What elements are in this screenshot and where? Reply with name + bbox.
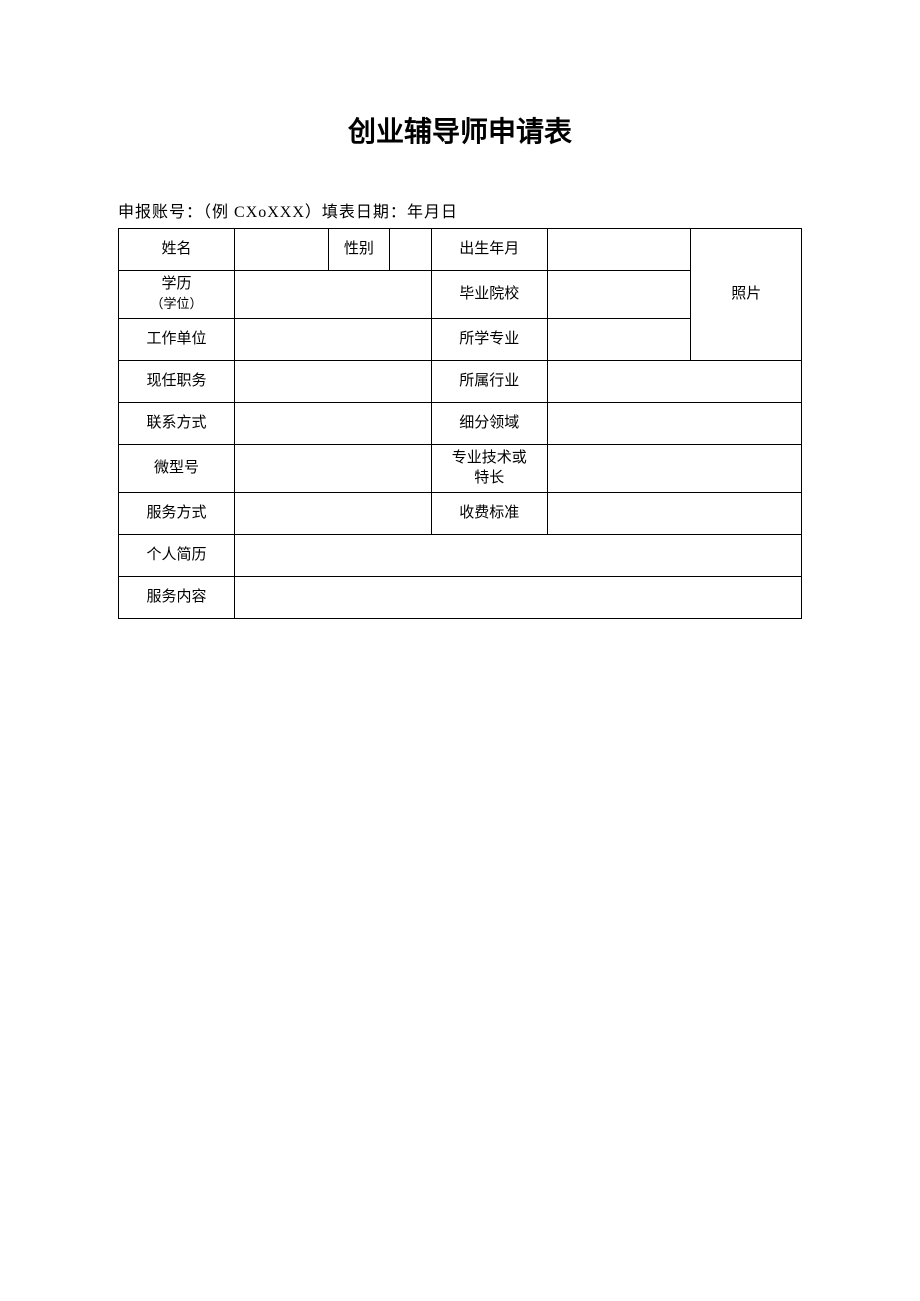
value-wechat[interactable] [235,445,432,493]
page-container: 创业辅导师申请表 申报账号：（例 CXoXXX）填表日期：年月日 姓名 性别 出… [0,0,920,619]
value-position[interactable] [235,361,432,403]
specialty-line2: 特长 [474,470,504,486]
photo-cell[interactable]: 照片 [691,229,802,361]
education-sub: （学位） [151,296,203,311]
label-school: 毕业院校 [431,271,547,319]
value-name[interactable] [235,229,329,271]
form-header-line: 申报账号：（例 CXoXXX）填表日期：年月日 [118,198,802,222]
value-specialty[interactable] [547,445,801,493]
label-name: 姓名 [119,229,235,271]
value-major[interactable] [547,319,691,361]
value-birth[interactable] [547,229,691,271]
value-fee[interactable] [547,493,801,535]
account-label: 申报账号： [118,204,203,221]
label-position: 现任职务 [119,361,235,403]
value-industry[interactable] [547,361,801,403]
value-school[interactable] [547,271,691,319]
value-service-mode[interactable] [235,493,432,535]
value-education[interactable] [235,271,432,319]
date-label: 填表日期： [322,204,407,221]
label-education: 学历 （学位） [119,271,235,319]
value-contact[interactable] [235,403,432,445]
page-title: 创业辅导师申请表 [118,110,802,150]
label-resume: 个人简历 [119,535,235,577]
date-value: 年月日 [407,204,458,221]
label-service-content: 服务内容 [119,577,235,619]
value-resume[interactable] [235,535,802,577]
value-subfield[interactable] [547,403,801,445]
label-industry: 所属行业 [431,361,547,403]
value-gender[interactable] [389,229,431,271]
label-birth: 出生年月 [431,229,547,271]
value-service-content[interactable] [235,577,802,619]
label-major: 所学专业 [431,319,547,361]
value-workplace[interactable] [235,319,432,361]
label-subfield: 细分领域 [431,403,547,445]
education-text: 学历 [162,276,192,292]
application-form-table: 姓名 性别 出生年月 照片 学历 （学位） 毕业院校 工作单位 所学专业 现任职… [118,228,802,619]
label-specialty: 专业技术或 特长 [431,445,547,493]
label-service-mode: 服务方式 [119,493,235,535]
label-workplace: 工作单位 [119,319,235,361]
account-example: （例 CXoXXX） [203,204,322,221]
label-contact: 联系方式 [119,403,235,445]
specialty-line1: 专业技术或 [452,450,527,466]
label-fee: 收费标准 [431,493,547,535]
label-gender: 性别 [328,229,389,271]
label-wechat: 微型号 [119,445,235,493]
